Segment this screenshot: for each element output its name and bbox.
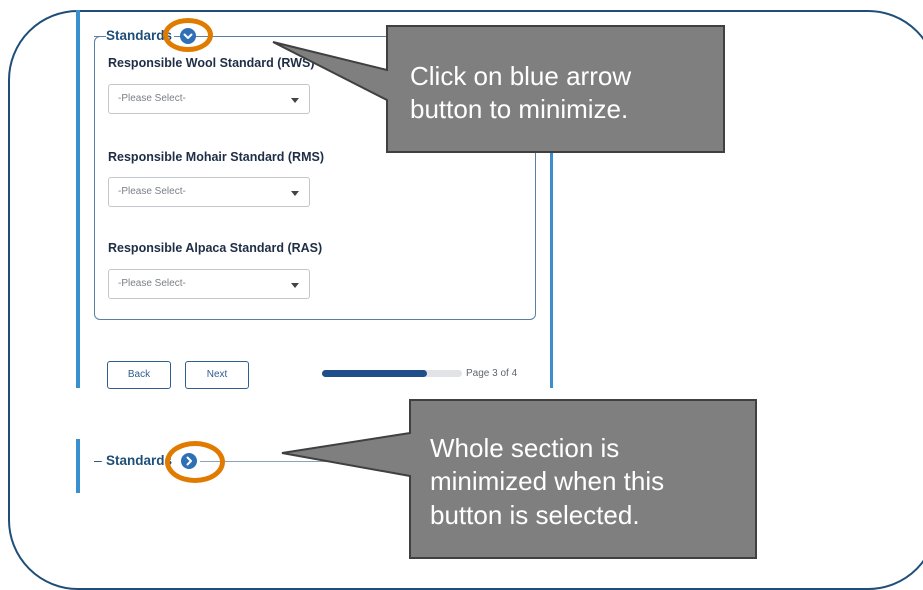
- callout-text-minimized: Whole section is minimized when this but…: [430, 433, 665, 530]
- callout-text-minimize: Click on blue arrow button to minimize.: [410, 61, 632, 125]
